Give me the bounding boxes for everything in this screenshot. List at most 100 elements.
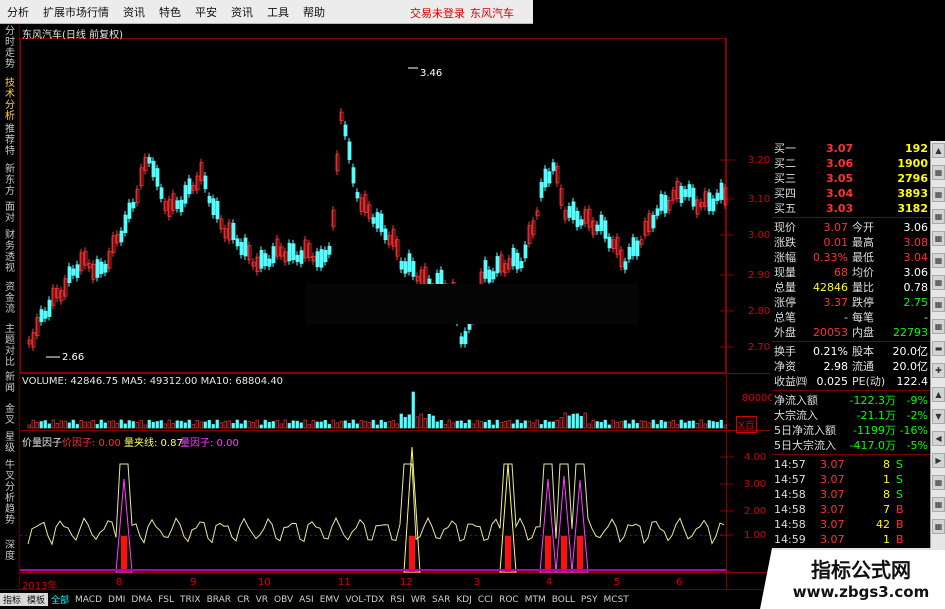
menu-extended-market[interactable]: 扩展市场行情 (36, 4, 116, 20)
menu-help[interactable]: 帮助 (296, 4, 332, 20)
bid-row[interactable]: 买一 3.07 192 (774, 141, 928, 156)
grid-icon[interactable]: ▦ (932, 165, 945, 180)
trade-login-link[interactable]: 交易未登录 (410, 5, 465, 21)
grid-icon[interactable]: ▦ (932, 497, 945, 512)
volume-bar (43, 420, 47, 429)
candle-body (383, 228, 388, 241)
vtab-depth[interactable]: 深度 (2, 540, 18, 562)
grid-icon[interactable]: ▦ (932, 187, 945, 202)
indicator-tab[interactable]: PSY (578, 595, 601, 605)
indicator-tab[interactable]: KDJ (453, 595, 475, 605)
candle-body (271, 246, 276, 264)
menu-analysis[interactable]: 分析 (0, 4, 36, 20)
chevron-up-icon[interactable]: ▲ (932, 387, 945, 402)
stat-label: 涨幅 (774, 251, 796, 264)
candle-body (231, 222, 236, 240)
indicator-name: 价量因子 (22, 438, 62, 449)
indicator-tab[interactable]: VOL-TDX (342, 595, 387, 605)
divider (772, 390, 930, 391)
chevron-left-icon[interactable]: ◀ (932, 431, 945, 446)
volume-bar (119, 419, 123, 429)
bid-row[interactable]: 买四 3.04 3893 (774, 186, 928, 201)
vtab-theme[interactable]: 主题对比 (2, 324, 18, 368)
minus-icon[interactable]: ▬ (932, 341, 945, 356)
candle-body (399, 260, 404, 270)
indicator-tab[interactable]: MTM (522, 595, 549, 605)
vtab-face[interactable]: 面对 (2, 202, 18, 224)
indicator-tab[interactable]: CCI (475, 595, 496, 605)
vtab-tech-analysis[interactable]: 技术分析 (2, 78, 18, 122)
vtab-bull[interactable]: 牛叉分析 (2, 460, 18, 504)
bid-row[interactable]: 买五 3.03 3182 (774, 201, 928, 216)
volume-bar (211, 424, 215, 429)
plus-icon[interactable]: ✚ (932, 363, 945, 378)
indicator-tab[interactable]: RSI (387, 595, 408, 605)
indicator-tab[interactable]: BOLL (549, 595, 578, 605)
stock-name-link[interactable]: 东风汽车 (470, 5, 514, 21)
indicator-tab[interactable]: MACD (72, 595, 105, 605)
indicator-tab[interactable]: ASI (296, 595, 317, 605)
indicator-tab[interactable]: CR (234, 595, 253, 605)
indicator-tab[interactable]: DMI (105, 595, 128, 605)
menu-features[interactable]: 特色 (152, 4, 188, 20)
grid-icon[interactable]: ▦ (932, 209, 945, 224)
menu-tools[interactable]: 工具 (260, 4, 296, 20)
bid-row[interactable]: 买二 3.06 1900 (774, 156, 928, 171)
bid-volume: 3182 (897, 202, 928, 215)
chevron-right-icon[interactable]: ▶ (932, 453, 945, 468)
grid-icon[interactable]: ▦ (932, 231, 945, 246)
vtab-new-east[interactable]: 新东方 (2, 164, 18, 197)
candle-body (287, 242, 292, 262)
stat-value: 68 (834, 266, 848, 279)
indicator-tab[interactable]: VR (253, 595, 271, 605)
vtab-trend[interactable]: 趋势 (2, 504, 18, 526)
menu-pingan[interactable]: 平安 (188, 4, 224, 20)
volume-bar (671, 420, 675, 429)
chevron-down-icon[interactable]: ▼ (932, 409, 945, 424)
indicator-tab[interactable]: 全部 (48, 593, 72, 606)
volume-bar (251, 422, 255, 429)
volume-bar (263, 419, 267, 429)
indicator-tab[interactable]: TRIX (177, 595, 204, 605)
grid-icon[interactable]: ▦ (932, 297, 945, 312)
indicator-tab[interactable]: DMA (128, 595, 155, 605)
menu-news-top[interactable]: 资讯 (116, 4, 152, 20)
grid-icon[interactable]: ▦ (932, 253, 945, 268)
indicator-tab[interactable]: EMV (317, 595, 343, 605)
stat-label: 现量 (774, 266, 796, 279)
vtab-recommend[interactable]: 推荐特 (2, 124, 18, 157)
volume-bar (199, 421, 203, 429)
indicator-tab[interactable]: OBV (271, 595, 296, 605)
bid-row[interactable]: 买三 3.05 2796 (774, 171, 928, 186)
volume-bar (559, 417, 563, 429)
indicator-tab[interactable]: 指标 (0, 593, 25, 606)
indicator-tab[interactable]: FSL (155, 595, 177, 605)
chevron-up-icon[interactable]: ▲ (932, 143, 945, 158)
vtab-star[interactable]: 星级 (2, 432, 18, 454)
menu-news[interactable]: 资讯 (224, 4, 260, 20)
indicator-tab[interactable]: WR (408, 595, 429, 605)
vtab-news[interactable]: 新闻 (2, 372, 18, 394)
indicator-tab[interactable]: SAR (429, 595, 453, 605)
finance-value: 122.4 (896, 375, 929, 388)
vtab-time-share[interactable]: 分时走势 (2, 26, 18, 70)
grid-icon[interactable]: ▦ (932, 475, 945, 490)
volume-bar (491, 424, 495, 429)
grid-icon[interactable]: ▦ (932, 319, 945, 334)
volume-bar (675, 424, 679, 429)
vtab-finance[interactable]: 财务透视 (2, 230, 18, 274)
finance-row: 收益㈣ 0.025 PE(动) 122.4 (774, 374, 928, 389)
grid-icon[interactable]: ▦ (932, 519, 945, 534)
indicator-tab[interactable]: MCST (601, 595, 632, 605)
indicator-tab[interactable]: ROC (496, 595, 522, 605)
vtab-golden-cross[interactable]: 金叉 (2, 404, 18, 426)
tick-row: 14:59 3.07 1 B (774, 532, 928, 547)
indicator-tab[interactable]: 模板 (24, 593, 49, 606)
indicator-tab[interactable]: BRAR (204, 595, 234, 605)
stat-label: 每笔 (852, 311, 874, 324)
volume-bar (503, 421, 507, 429)
grid-icon[interactable]: ▦ (932, 275, 945, 290)
volume-bar (139, 419, 143, 429)
vtab-fund-flow[interactable]: 资金流 (2, 282, 18, 315)
quote-scrollbar[interactable]: ▲ ▦ ▦ ▦ ▦ ▦ ▦ ▦ ▦ ▬ ✚ ▲ ▼ ◀ ▶ ▦ ▦ ▦ (930, 141, 945, 597)
